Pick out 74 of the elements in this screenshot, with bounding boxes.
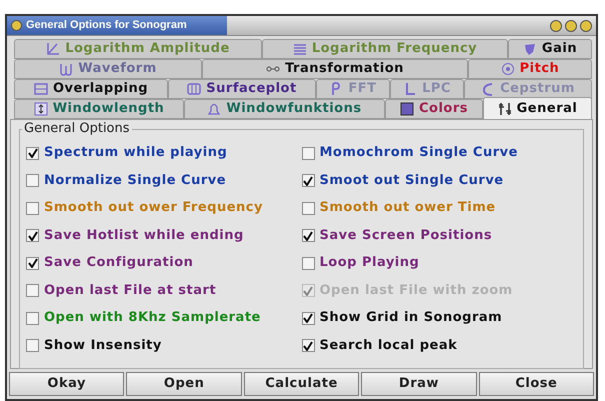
option-label: Smooth out ower Frequency	[44, 199, 263, 218]
option-label: Show Insensity	[44, 336, 162, 355]
checkbox[interactable]	[26, 339, 39, 352]
checkbox-option[interactable]: Save Configuration	[26, 254, 302, 272]
checkbox-option[interactable]: Open last File at start	[26, 282, 302, 300]
sliders-icon	[498, 102, 512, 116]
option-label: Open last File at start	[44, 282, 216, 300]
close-icon[interactable]	[580, 20, 592, 32]
tab[interactable]: Windowlength	[14, 99, 184, 119]
tab[interactable]: Transformation	[202, 59, 468, 79]
option-label: Save Hotlist while ending	[44, 226, 244, 245]
checkbox-option[interactable]: Loop Playing	[302, 254, 577, 272]
checkbox[interactable]	[26, 174, 39, 187]
checkbox[interactable]	[302, 174, 314, 187]
curve-icon	[46, 42, 60, 56]
lines-icon	[292, 42, 307, 56]
shield-icon	[522, 42, 537, 56]
dialog-button[interactable]: Close	[478, 372, 594, 396]
tab[interactable]: Surfaceplot	[168, 79, 316, 99]
option-label: Smooth out ower Time	[320, 199, 496, 218]
checkbox-option[interactable]: Save Hotlist while ending	[26, 226, 302, 244]
waveform-icon	[59, 62, 74, 76]
tab[interactable]: General	[483, 97, 592, 119]
checkbox[interactable]	[302, 312, 314, 324]
option-label: Open with 8Khz Samplerate	[44, 309, 261, 328]
arrows-icon	[34, 102, 48, 116]
checkbox[interactable]	[26, 202, 39, 214]
window-title: General Options for Sonogram	[26, 18, 187, 34]
window-menu-icon[interactable]	[11, 20, 22, 31]
option-label: Smoot out Single Curve	[320, 172, 504, 190]
option-label: Loop Playing	[320, 254, 420, 272]
checkbox[interactable]	[302, 146, 314, 160]
checkbox[interactable]	[302, 256, 314, 270]
dialog-button[interactable]: Open	[126, 372, 242, 396]
dialog-button[interactable]: Okay	[9, 372, 124, 396]
checkbox-option[interactable]: Spectrum while playing	[26, 144, 302, 162]
checkbox[interactable]	[26, 229, 39, 242]
checkbox-option[interactable]: Search local peak	[302, 336, 577, 354]
checkbox[interactable]	[26, 284, 39, 297]
checkbox-option[interactable]: Momochrom Single Curve	[302, 144, 577, 162]
checkbox[interactable]	[26, 312, 39, 324]
corner-icon	[403, 82, 418, 96]
checkbox[interactable]	[302, 229, 314, 242]
maximize-icon[interactable]	[565, 20, 577, 32]
minimize-icon[interactable]	[550, 20, 562, 32]
option-label: Search local peak	[320, 336, 458, 355]
dialog-button[interactable]: Calculate	[244, 372, 360, 396]
option-label: Save Screen Positions	[320, 226, 492, 245]
checkbox-option[interactable]: Show Insensity	[26, 336, 302, 354]
group-title: General Options	[22, 121, 132, 137]
square-icon	[400, 102, 414, 116]
target-icon	[500, 62, 515, 76]
checkbox[interactable]	[302, 202, 314, 214]
checkbox-option[interactable]: Show Grid in Sonogram	[302, 309, 577, 327]
option-label: Show Grid in Sonogram	[320, 309, 502, 328]
cube-icon	[187, 82, 202, 96]
bell-icon	[207, 102, 222, 116]
tab[interactable]: Colors	[385, 99, 483, 119]
checkbox-option[interactable]: Open with 8Khz Samplerate	[26, 309, 302, 327]
checkbox[interactable]	[26, 146, 39, 160]
option-label: Save Configuration	[44, 254, 194, 272]
checkbox[interactable]	[26, 256, 39, 270]
checkbox-option[interactable]: Normalize Single Curve	[26, 172, 302, 190]
option-label: Normalize Single Curve	[44, 172, 226, 190]
tab[interactable]: Gain	[508, 39, 592, 59]
tab[interactable]: Overlapping	[14, 79, 168, 99]
checkbox-option[interactable]: Smoot out Single Curve	[302, 172, 577, 190]
checkbox[interactable]	[302, 339, 314, 352]
frame-icon	[34, 82, 48, 96]
option-label: Momochrom Single Curve	[320, 144, 518, 162]
checkbox-option[interactable]: Save Screen Positions	[302, 226, 577, 244]
tab[interactable]: Windowfunktions	[184, 99, 385, 119]
dialog-button[interactable]: Draw	[361, 372, 477, 396]
option-label: Spectrum while playing	[44, 144, 228, 162]
